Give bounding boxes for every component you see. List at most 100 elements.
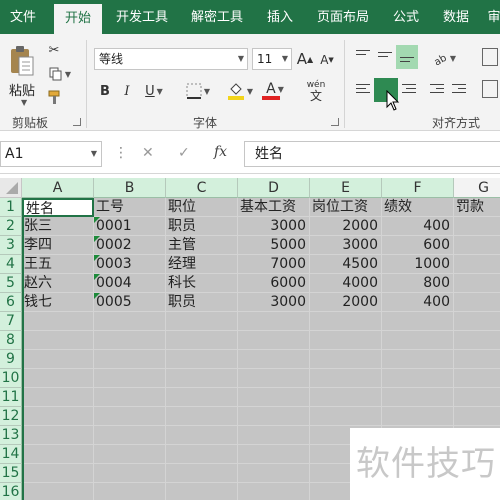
table-cell[interactable]: [22, 483, 94, 500]
table-cell[interactable]: [94, 312, 166, 331]
table-cell[interactable]: [94, 388, 166, 407]
table-cell[interactable]: [382, 312, 454, 331]
column-header-b[interactable]: B: [94, 178, 166, 198]
table-cell[interactable]: 科长: [166, 274, 238, 293]
table-cell[interactable]: 李四: [22, 236, 94, 255]
table-cell[interactable]: [22, 331, 94, 350]
table-cell[interactable]: 4000: [310, 274, 382, 293]
font-size-select[interactable]: 11 ▼: [252, 48, 292, 70]
tab-decrypt-tools[interactable]: 解密工具: [182, 0, 252, 34]
column-header-a[interactable]: A: [22, 178, 94, 198]
table-cell[interactable]: 600: [382, 236, 454, 255]
table-cell[interactable]: 7000: [238, 255, 310, 274]
italic-button[interactable]: I: [118, 80, 136, 102]
align-left-icon[interactable]: [356, 84, 370, 96]
table-cell[interactable]: [22, 388, 94, 407]
table-cell[interactable]: 2000: [310, 293, 382, 312]
table-cell[interactable]: [454, 369, 500, 388]
row-header-6[interactable]: 6: [0, 293, 22, 312]
table-cell[interactable]: [310, 407, 382, 426]
table-cell[interactable]: [454, 293, 500, 312]
table-cell[interactable]: [382, 407, 454, 426]
table-cell[interactable]: 1000: [382, 255, 454, 274]
table-cell[interactable]: [310, 312, 382, 331]
row-header-8[interactable]: 8: [0, 331, 22, 350]
row-header-16[interactable]: 16: [0, 483, 22, 500]
table-cell[interactable]: [22, 426, 94, 445]
table-cell[interactable]: 钱七: [22, 293, 94, 312]
table-cell[interactable]: [166, 426, 238, 445]
table-cell[interactable]: 400: [382, 217, 454, 236]
table-cell[interactable]: [94, 426, 166, 445]
merge-center-icon[interactable]: [482, 80, 498, 98]
tab-file[interactable]: 文件: [0, 0, 46, 34]
table-cell[interactable]: 3000: [310, 236, 382, 255]
table-cell[interactable]: [94, 350, 166, 369]
header-cell[interactable]: 工号: [94, 198, 166, 217]
table-cell[interactable]: 王五: [22, 255, 94, 274]
cancel-icon[interactable]: ✕: [142, 145, 154, 161]
row-header-4[interactable]: 4: [0, 255, 22, 274]
table-cell[interactable]: [238, 426, 310, 445]
column-header-g[interactable]: G: [454, 178, 500, 198]
table-cell[interactable]: [166, 483, 238, 500]
table-cell[interactable]: [166, 407, 238, 426]
font-color-button[interactable]: A ▼: [260, 78, 290, 104]
table-cell[interactable]: 0002: [94, 236, 166, 255]
row-header-14[interactable]: 14: [0, 445, 22, 464]
row-header-11[interactable]: 11: [0, 388, 22, 407]
format-painter-icon[interactable]: [44, 88, 66, 108]
table-cell[interactable]: [94, 331, 166, 350]
phonetic-button[interactable]: wén 文: [302, 76, 330, 106]
table-cell[interactable]: 4500: [310, 255, 382, 274]
table-cell[interactable]: 0003: [94, 255, 166, 274]
header-cell[interactable]: 职位: [166, 198, 238, 217]
table-cell[interactable]: 经理: [166, 255, 238, 274]
table-cell[interactable]: [454, 236, 500, 255]
table-cell[interactable]: [454, 407, 500, 426]
tab-data[interactable]: 数据: [434, 0, 478, 34]
row-header-13[interactable]: 13: [0, 426, 22, 445]
table-cell[interactable]: [166, 331, 238, 350]
table-cell[interactable]: [166, 464, 238, 483]
table-cell[interactable]: 职员: [166, 293, 238, 312]
tab-page-layout[interactable]: 页面布局: [308, 0, 378, 34]
font-name-select[interactable]: 等线 ▼: [94, 48, 248, 70]
table-cell[interactable]: [166, 350, 238, 369]
table-cell[interactable]: [310, 350, 382, 369]
table-cell[interactable]: 400: [382, 293, 454, 312]
table-cell[interactable]: [22, 350, 94, 369]
table-cell[interactable]: [238, 388, 310, 407]
border-button[interactable]: ▼: [178, 80, 218, 102]
table-cell[interactable]: [310, 369, 382, 388]
header-cell[interactable]: 绩效: [382, 198, 454, 217]
table-cell[interactable]: [238, 407, 310, 426]
table-cell[interactable]: 职员: [166, 217, 238, 236]
row-header-10[interactable]: 10: [0, 369, 22, 388]
column-header-e[interactable]: E: [310, 178, 382, 198]
table-cell[interactable]: [22, 312, 94, 331]
table-cell[interactable]: 5000: [238, 236, 310, 255]
table-cell[interactable]: 赵六: [22, 274, 94, 293]
table-cell[interactable]: [238, 464, 310, 483]
decrease-indent-icon[interactable]: [430, 84, 444, 96]
tab-review[interactable]: 审: [484, 0, 500, 34]
header-cell[interactable]: 基本工资: [238, 198, 310, 217]
orientation-icon[interactable]: ab ▼: [428, 48, 460, 68]
table-cell[interactable]: 0005: [94, 293, 166, 312]
table-cell[interactable]: [94, 369, 166, 388]
table-cell[interactable]: [454, 274, 500, 293]
table-cell[interactable]: [382, 388, 454, 407]
header-cell[interactable]: 罚款: [454, 198, 500, 217]
table-cell[interactable]: 主管: [166, 236, 238, 255]
table-cell[interactable]: [166, 312, 238, 331]
name-box[interactable]: A1 ▼: [0, 141, 102, 167]
clipboard-launcher-icon[interactable]: [73, 118, 81, 126]
table-cell[interactable]: [22, 407, 94, 426]
cut-icon[interactable]: ✂: [44, 40, 64, 60]
table-cell[interactable]: [94, 464, 166, 483]
table-cell[interactable]: [454, 312, 500, 331]
table-cell[interactable]: [166, 369, 238, 388]
table-cell[interactable]: 3000: [238, 217, 310, 236]
table-cell[interactable]: [166, 445, 238, 464]
